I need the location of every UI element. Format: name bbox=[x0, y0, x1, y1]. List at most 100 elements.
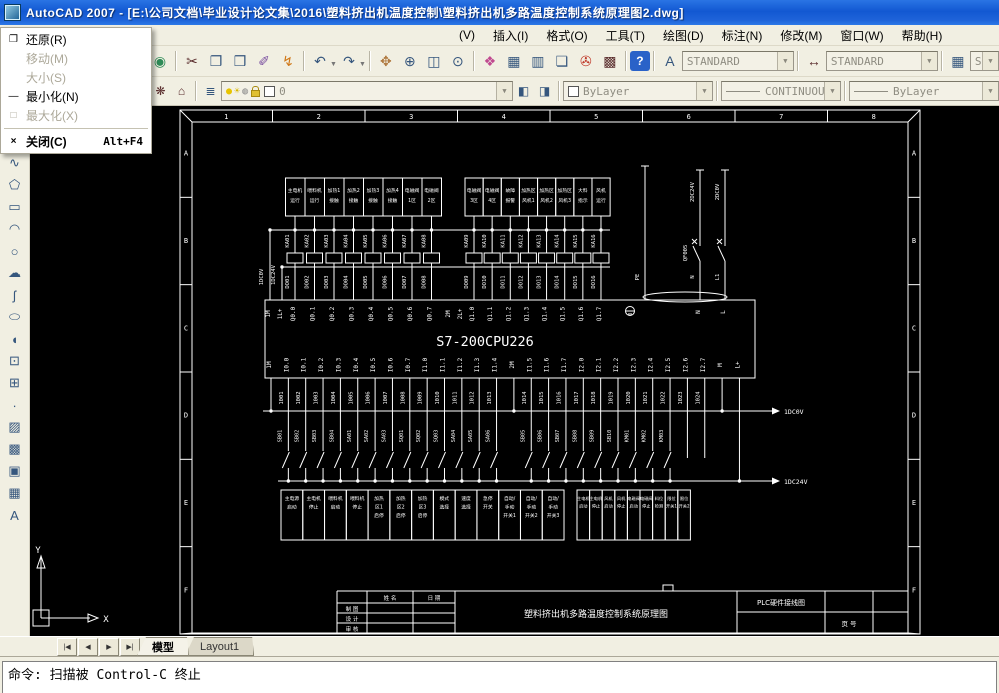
svg-text:主电源启动: 主电源启动 bbox=[285, 495, 300, 511]
svg-text:E: E bbox=[184, 499, 188, 507]
menu-item-8[interactable]: 帮助(H) bbox=[893, 25, 952, 46]
draw-order-icon[interactable]: ↯ bbox=[276, 49, 300, 73]
color-combo-arrow-icon[interactable]: ▼ bbox=[696, 82, 712, 100]
text-style-combo-arrow-icon[interactable]: ▼ bbox=[776, 52, 793, 70]
markup-set-icon[interactable]: ✇ bbox=[574, 49, 598, 73]
undo-icon[interactable]: ↶ bbox=[308, 49, 332, 73]
hatch-icon[interactable]: ▨ bbox=[3, 416, 27, 438]
zoom-window-icon[interactable]: ◫ bbox=[422, 49, 446, 73]
menu-item-2[interactable]: 格式(O) bbox=[537, 25, 596, 46]
dim-style-manager-icon[interactable]: ↔ bbox=[802, 49, 826, 73]
menu-item-7[interactable]: 窗口(W) bbox=[831, 25, 892, 46]
svg-text:1DC24V: 1DC24V bbox=[784, 478, 808, 486]
svg-text:塑料挤出机多路温度控制系统原理图: 塑料挤出机多路温度控制系统原理图 bbox=[524, 608, 668, 620]
rectangle-icon[interactable]: ▭ bbox=[3, 196, 27, 218]
drawing-canvas[interactable]: 1 2 3 4 5 6 7 8 A A B B C C D D E E F F S7-200CPU226 1M 1L+ Q0.… bbox=[30, 106, 999, 636]
dim-style-combo-arrow-icon[interactable]: ▼ bbox=[920, 52, 937, 70]
last-tab-button[interactable]: ▶| bbox=[120, 637, 140, 656]
properties-palette-icon[interactable]: ❖ bbox=[478, 49, 502, 73]
layer-house-icon[interactable]: ⌂ bbox=[171, 81, 192, 102]
menu-item-4[interactable]: 绘图(D) bbox=[654, 25, 713, 46]
context-item-restore[interactable]: ❐ 还原(R) bbox=[1, 30, 151, 49]
designcenter-icon[interactable]: ▦ bbox=[502, 49, 526, 73]
quickcalc-icon[interactable]: ▩ bbox=[598, 49, 622, 73]
svg-text:模式选择: 模式选择 bbox=[439, 495, 449, 511]
match-properties-icon[interactable]: ✐ bbox=[252, 49, 276, 73]
zoom-previous-icon[interactable]: ⊙ bbox=[446, 49, 470, 73]
layer-gear-icon[interactable]: ❋ bbox=[150, 81, 171, 102]
svg-text:SA01: SA01 bbox=[347, 430, 353, 443]
spline-icon[interactable]: ʃ bbox=[3, 284, 27, 306]
context-item-close[interactable]: × 关闭(C) Alt+F4 bbox=[1, 132, 151, 151]
menu-item-6[interactable]: 修改(M) bbox=[771, 25, 831, 46]
svg-text:加热1接触: 加热1 接触 bbox=[328, 187, 341, 204]
cut-icon[interactable]: ✂ bbox=[180, 49, 204, 73]
next-tab-button[interactable]: ▶ bbox=[99, 637, 119, 656]
svg-text:7: 7 bbox=[779, 113, 783, 121]
restore-icon: ❐ bbox=[9, 34, 18, 45]
title-bar[interactable]: AutoCAD 2007 - [E:\公司文档\毕业设计论文集\2016\塑料挤… bbox=[0, 0, 999, 25]
ellipse-icon[interactable]: ⬭ bbox=[3, 306, 27, 328]
tab-layout1[interactable]: Layout1 bbox=[185, 637, 254, 656]
lineweight-combo[interactable]: ByLayer ▼ bbox=[849, 81, 999, 101]
circle-icon[interactable]: ○ bbox=[3, 240, 27, 262]
context-item-maximize: □ 最大化(X) bbox=[1, 106, 151, 125]
svg-text:SQ01: SQ01 bbox=[399, 430, 405, 443]
paste-icon[interactable]: ❒ bbox=[228, 49, 252, 73]
svg-text:I0.6: I0.6 bbox=[387, 357, 394, 372]
region-icon[interactable]: ▣ bbox=[3, 460, 27, 482]
sheet-set-icon[interactable]: ❏ bbox=[550, 49, 574, 73]
gradient-icon[interactable]: ▩ bbox=[3, 438, 27, 460]
svg-text:1002: 1002 bbox=[296, 391, 302, 404]
polyline-icon[interactable]: ∿ bbox=[3, 152, 27, 174]
ellipse-arc-icon[interactable]: ◖ bbox=[3, 328, 27, 350]
text-style-combo[interactable]: STANDARD ▼ bbox=[681, 51, 794, 71]
copy-icon[interactable]: ❐ bbox=[204, 49, 228, 73]
lineweight-combo-arrow-icon[interactable]: ▼ bbox=[982, 82, 998, 100]
help-icon[interactable]: ? bbox=[629, 51, 650, 71]
svg-text:加热区风机2: 加热区风机2 bbox=[539, 187, 554, 204]
svg-text:电磁阀停止: 电磁阀停止 bbox=[640, 495, 653, 510]
pan-hand-icon[interactable]: ✥ bbox=[374, 49, 398, 73]
revision-cloud-icon[interactable]: ☁ bbox=[3, 262, 27, 284]
svg-text:I1.0: I1.0 bbox=[422, 357, 429, 372]
make-block-icon[interactable]: ⊞ bbox=[3, 372, 27, 394]
color-combo[interactable]: ByLayer ▼ bbox=[563, 81, 713, 101]
svg-text:I1.6: I1.6 bbox=[544, 357, 551, 372]
layer-combo[interactable]: ● ☀ ◍ 0 ▼ bbox=[221, 81, 513, 101]
dim-style-combo[interactable]: STANDARD ▼ bbox=[825, 51, 938, 71]
layer-states-icon[interactable]: ◨ bbox=[534, 81, 555, 102]
menu-item-0[interactable]: (V) bbox=[450, 26, 484, 44]
polygon-icon[interactable]: ⬠ bbox=[3, 174, 27, 196]
zoom-realtime-icon[interactable]: ⊕ bbox=[398, 49, 422, 73]
point-icon[interactable]: ∙ bbox=[3, 394, 27, 416]
menu-item-1[interactable]: 插入(I) bbox=[484, 25, 537, 46]
redo-icon[interactable]: ↷ bbox=[337, 49, 361, 73]
tab-model[interactable]: 模型 bbox=[137, 637, 189, 656]
table-style-manager-icon[interactable]: ▦ bbox=[946, 49, 970, 73]
shortcut-label: Alt+F4 bbox=[103, 135, 143, 148]
layer-combo-arrow-icon[interactable]: ▼ bbox=[496, 82, 512, 100]
command-line-text[interactable]: 命令: 扫描被 Control-C 终止 bbox=[2, 661, 997, 693]
first-tab-button[interactable]: |◀ bbox=[57, 637, 77, 656]
text-style-manager-icon[interactable]: A bbox=[658, 49, 682, 73]
context-item-minimize[interactable]: — 最小化(N) bbox=[1, 87, 151, 106]
menu-item-3[interactable]: 工具(T) bbox=[597, 25, 654, 46]
layers-icon[interactable]: ≣ bbox=[200, 81, 221, 102]
svg-text:1DC24V: 1DC24V bbox=[271, 264, 277, 285]
arc-icon[interactable]: ◠ bbox=[3, 218, 27, 240]
svg-text:1DC0V: 1DC0V bbox=[784, 408, 804, 416]
prev-tab-button[interactable]: ◀ bbox=[78, 637, 98, 656]
table-style-combo[interactable]: Standard▼ bbox=[969, 51, 999, 71]
svg-text:1M: 1M bbox=[265, 310, 272, 318]
tool-palettes-icon[interactable]: ▥ bbox=[526, 49, 550, 73]
svg-text:1M: 1M bbox=[266, 361, 273, 369]
linetype-combo-arrow-icon[interactable]: ▼ bbox=[824, 82, 840, 100]
linetype-combo[interactable]: CONTINUOUS▼ bbox=[721, 81, 841, 101]
menu-item-5[interactable]: 标注(N) bbox=[713, 25, 772, 46]
table-style-combo-arrow-icon[interactable]: ▼ bbox=[982, 52, 998, 70]
layer-previous-icon[interactable]: ◧ bbox=[513, 81, 534, 102]
table-icon[interactable]: ▦ bbox=[3, 482, 27, 504]
insert-block-icon[interactable]: ⊡ bbox=[3, 350, 27, 372]
multiline-text-icon[interactable]: A bbox=[3, 504, 27, 526]
